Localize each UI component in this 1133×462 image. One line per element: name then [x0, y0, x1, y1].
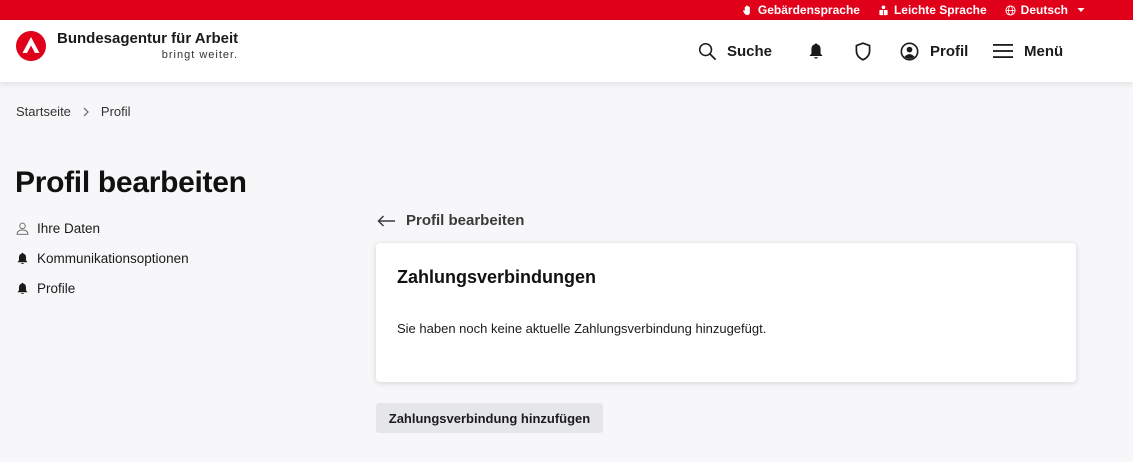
main-header: Bundesagentur für Arbeit bringt weiter. …: [0, 20, 1133, 82]
caret-down-icon: [1077, 8, 1085, 12]
bell-icon: [17, 282, 28, 294]
profile-button[interactable]: Profil: [900, 20, 968, 82]
hand-icon: [742, 4, 750, 15]
page-title: Profil bearbeiten: [15, 166, 247, 199]
breadcrumb: Startseite Profil: [16, 104, 131, 119]
sidebar-item-kommunikationsoptionen[interactable]: Kommunikationsoptionen: [16, 243, 316, 273]
notifications-button[interactable]: [808, 20, 824, 82]
sidebar-item-ihre-daten[interactable]: Ihre Daten: [16, 213, 316, 243]
sidebar-item-profile[interactable]: Profile: [16, 273, 316, 303]
add-payment-connection-button[interactable]: Zahlungsverbindung hinzufügen: [376, 403, 603, 433]
search-label: Suche: [727, 42, 773, 60]
shield-icon: [855, 41, 871, 61]
sidebar-item-label: Kommunikationsoptionen: [37, 250, 189, 266]
logo-slogan: bringt weiter.: [161, 49, 239, 61]
search-icon: [698, 42, 716, 60]
sign-language-link[interactable]: Gebärdensprache: [742, 3, 860, 17]
menu-label: Menü: [1024, 42, 1064, 60]
easy-language-label: Leichte Sprache: [893, 3, 987, 17]
language-label: Deutsch: [1020, 3, 1068, 17]
arrow-left-icon: [377, 214, 395, 227]
logo-text: Bundesagentur für Arbeit bringt weiter.: [57, 30, 238, 62]
bell-icon: [809, 43, 823, 59]
back-link[interactable]: Profil bearbeiten: [377, 212, 524, 229]
payment-connections-card: Zahlungsverbindungen Sie haben noch kein…: [376, 243, 1076, 382]
empty-state-text: Sie haben noch keine aktuelle Zahlungsve…: [397, 321, 767, 336]
logo-name: Bundesagentur für Arbeit: [57, 30, 239, 47]
profile-label: Profil: [930, 42, 969, 60]
breadcrumb-home-link[interactable]: Startseite: [16, 104, 71, 119]
breadcrumb-current: Profil: [100, 104, 131, 119]
chevron-right-icon: [83, 107, 89, 116]
easy-language-link[interactable]: Leichte Sprache: [878, 3, 987, 17]
language-selector[interactable]: Deutsch: [1005, 3, 1085, 17]
hamburger-icon: [993, 44, 1013, 58]
user-circle-icon: [900, 42, 919, 60]
privacy-button[interactable]: [855, 20, 871, 82]
utility-links: Gebärdensprache Leichte Sprache Deutsch: [742, 0, 1085, 20]
sidebar-item-label: Ihre Daten: [37, 220, 101, 236]
sign-language-label: Gebärdensprache: [757, 3, 860, 17]
bell-icon: [17, 252, 28, 264]
menu-button[interactable]: Menü: [993, 20, 1063, 82]
logo[interactable]: Bundesagentur für Arbeit bringt weiter.: [15, 30, 238, 62]
agency-logo-icon: [16, 31, 46, 61]
easy-language-icon: [879, 4, 888, 15]
profile-sidebar: Ihre Daten Kommunikationsoptionen Profil…: [16, 213, 316, 303]
search-button[interactable]: Suche: [698, 20, 772, 82]
card-title: Zahlungsverbindungen: [397, 267, 597, 287]
user-icon: [16, 222, 29, 235]
top-utility-bar: Gebärdensprache Leichte Sprache Deutsch: [0, 0, 1133, 20]
sidebar-item-label: Profile: [37, 280, 76, 296]
globe-icon: [1005, 4, 1016, 16]
back-link-label: Profil bearbeiten: [406, 212, 525, 229]
